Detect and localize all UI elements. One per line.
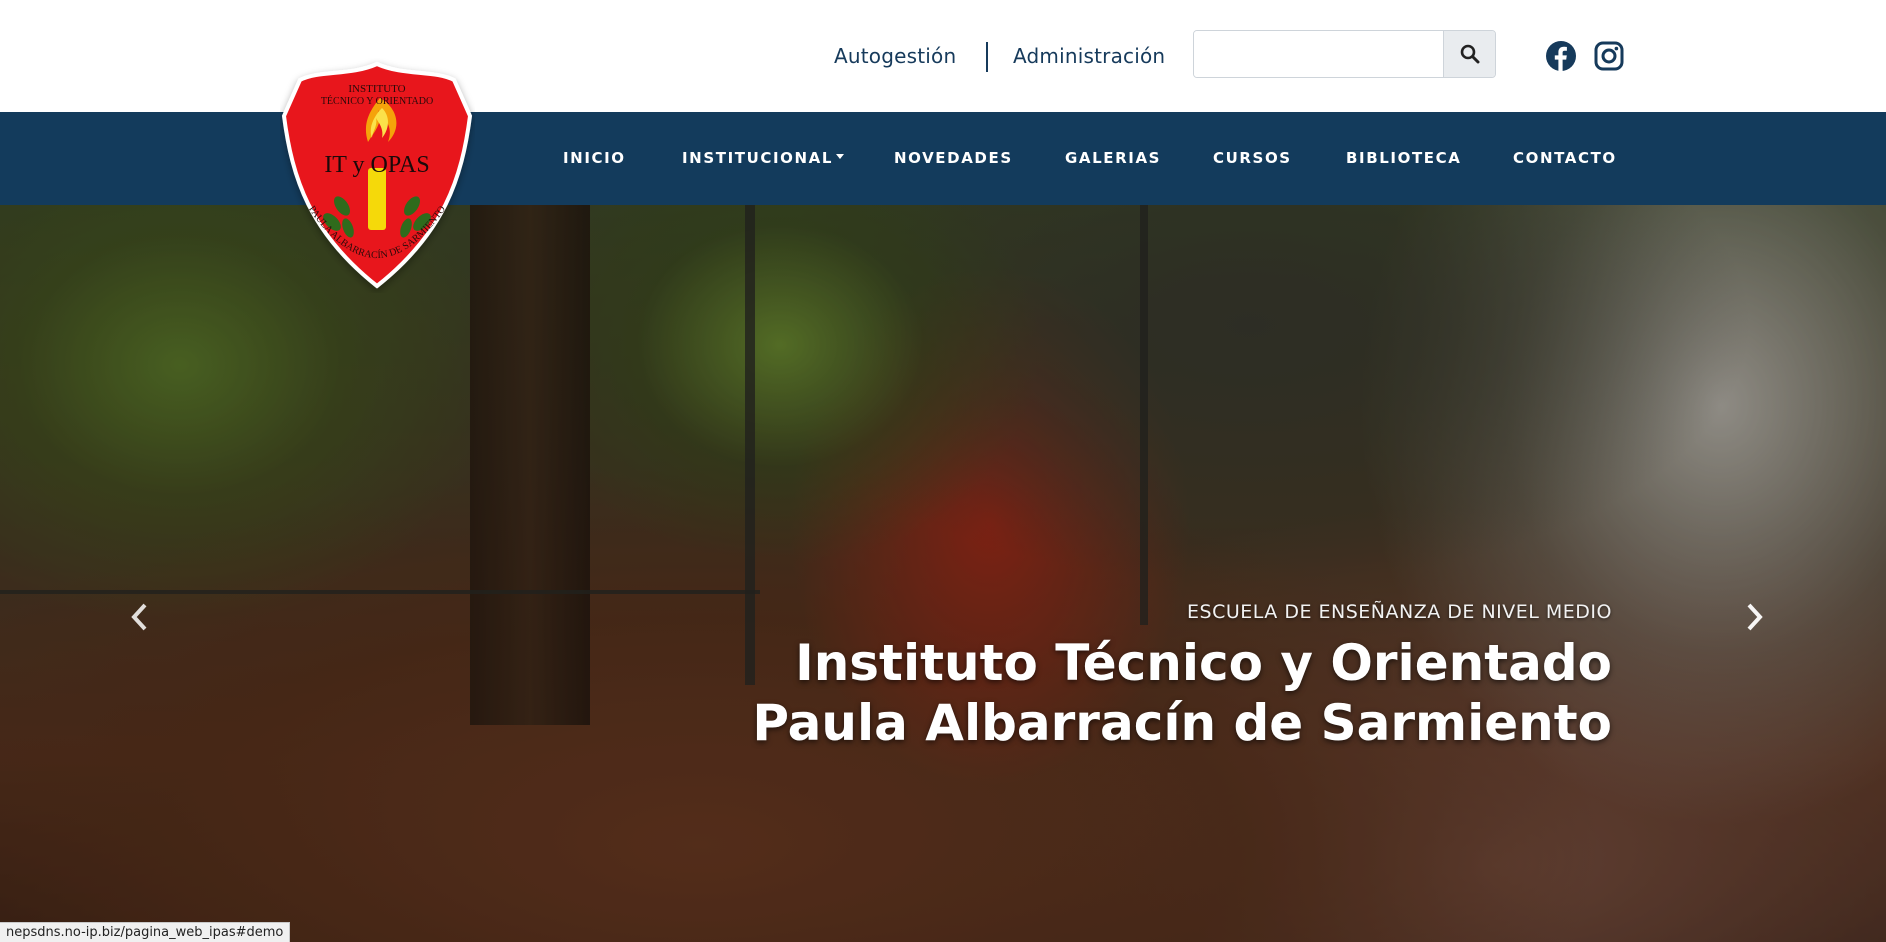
hero-title-line-2: Paula Albarracín de Sarmiento bbox=[752, 694, 1612, 752]
hero-photo-rail bbox=[0, 590, 760, 594]
nav-item-novedades[interactable]: NOVEDADES bbox=[894, 112, 1013, 205]
header-divider bbox=[986, 42, 988, 72]
chevron-right-icon bbox=[1747, 603, 1763, 631]
hero-caption: ESCUELA DE ENSEÑANZA DE NIVEL MEDIO Inst… bbox=[752, 601, 1612, 753]
nav-item-contacto[interactable]: CONTACTO bbox=[1513, 112, 1617, 205]
search-icon bbox=[1460, 44, 1479, 64]
chevron-left-icon bbox=[131, 603, 147, 631]
nav-label: INICIO bbox=[563, 149, 626, 167]
carousel-prev-button[interactable] bbox=[120, 595, 160, 639]
logo-text-top: INSTITUTO bbox=[348, 83, 405, 95]
school-logo[interactable]: INSTITUTO TÉCNICO Y ORIENTADO IT y OPAS … bbox=[280, 58, 475, 293]
caret-down-icon bbox=[836, 154, 845, 159]
nav-item-cursos[interactable]: CURSOS bbox=[1213, 112, 1292, 205]
nav-label: GALERIAS bbox=[1065, 149, 1162, 167]
instagram-icon[interactable] bbox=[1593, 40, 1625, 72]
search-button[interactable] bbox=[1443, 31, 1495, 77]
hero-subtitle: ESCUELA DE ENSEÑANZA DE NIVEL MEDIO bbox=[1187, 601, 1612, 623]
nav-label: NOVEDADES bbox=[894, 149, 1013, 167]
administracion-link[interactable]: Administración bbox=[1013, 44, 1165, 68]
logo-text-line2: TÉCNICO Y ORIENTADO bbox=[321, 95, 433, 107]
logo-monogram: IT y OPAS bbox=[324, 152, 429, 178]
nav-item-institucional[interactable]: INSTITUCIONAL bbox=[682, 112, 845, 205]
nav-item-galerias[interactable]: GALERIAS bbox=[1065, 112, 1161, 205]
hero-photo-tree bbox=[470, 205, 590, 725]
nav-label: CURSOS bbox=[1213, 149, 1292, 167]
search-input[interactable] bbox=[1194, 31, 1445, 77]
search-form bbox=[1193, 30, 1496, 78]
facebook-icon[interactable] bbox=[1545, 40, 1577, 72]
autogestion-link[interactable]: Autogestión bbox=[834, 44, 956, 68]
hero-title-line-1: Instituto Técnico y Orientado bbox=[795, 634, 1612, 692]
nav-label: BIBLIOTECA bbox=[1346, 149, 1462, 167]
browser-status-url: nepsdns.no-ip.biz/pagina_web_ipas#demo bbox=[0, 922, 291, 942]
nav-item-inicio[interactable]: INICIO bbox=[563, 112, 626, 205]
hero-photo-pole bbox=[1140, 205, 1148, 625]
nav-label: CONTACTO bbox=[1513, 149, 1617, 167]
nav-label: INSTITUCIONAL bbox=[682, 149, 834, 167]
carousel-next-button[interactable] bbox=[1734, 595, 1774, 639]
hero-carousel: ESCUELA DE ENSEÑANZA DE NIVEL MEDIO Inst… bbox=[0, 205, 1886, 942]
nav-item-biblioteca[interactable]: BIBLIOTECA bbox=[1346, 112, 1461, 205]
